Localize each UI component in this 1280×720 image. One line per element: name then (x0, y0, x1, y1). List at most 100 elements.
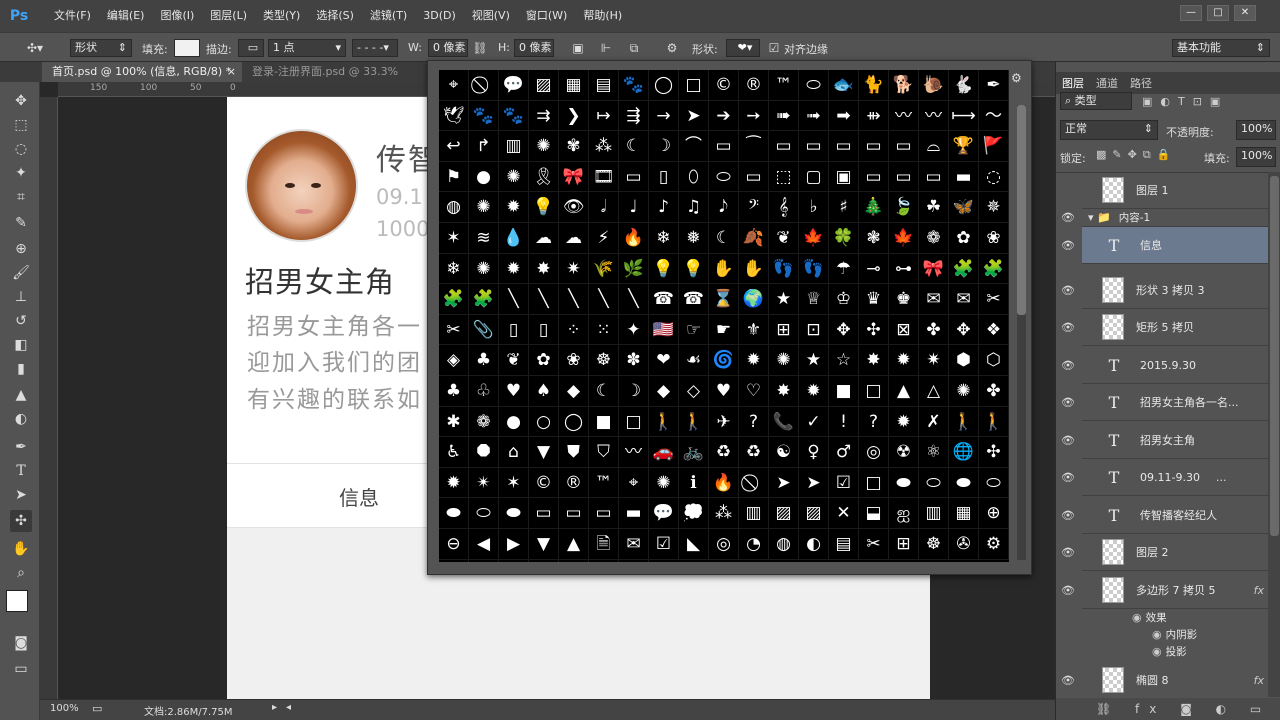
shape-swatch[interactable]: ▭ (889, 161, 919, 193)
shape-swatch[interactable]: ▭ (589, 498, 619, 529)
shape-swatch[interactable]: 🌐 (949, 437, 979, 468)
layer-row[interactable]: 👁 椭圆 8 fx (1061, 662, 1268, 697)
shape-swatch[interactable]: 🧩 (469, 284, 499, 315)
shape-swatch[interactable]: ♩ (619, 192, 649, 223)
path-selection-tool-icon[interactable]: ➤ (10, 484, 32, 506)
maximize-button[interactable]: □ (1207, 5, 1229, 21)
shape-swatch[interactable]: ⯃ (469, 437, 499, 468)
shape-swatch[interactable]: ◉ (589, 559, 619, 562)
shape-swatch[interactable]: ♣ (439, 375, 469, 407)
shape-swatch[interactable]: ╲ (619, 284, 649, 315)
marquee-tool-icon[interactable]: ⬚ (10, 114, 32, 136)
shape-swatch[interactable]: ⬭ (979, 467, 1009, 499)
shape-swatch[interactable]: ⟼ (949, 100, 979, 132)
shape-swatch[interactable]: ☎ (679, 284, 709, 315)
shape-swatch[interactable]: ✂ (859, 528, 889, 560)
eyedropper-tool-icon[interactable]: ✎ (10, 212, 32, 234)
shape-swatch[interactable]: ⁙ (589, 314, 619, 346)
shape-swatch[interactable]: ✈ (709, 406, 739, 438)
visibility-eye-icon[interactable]: 👁 (1056, 227, 1080, 264)
shape-swatch[interactable]: ◍ (769, 528, 799, 560)
shape-swatch[interactable]: ✸ (859, 345, 889, 376)
shape-swatch[interactable]: ☾ (709, 222, 739, 254)
shape-swatch[interactable]: □ (619, 406, 649, 438)
magic-wand-tool-icon[interactable]: ✦ (10, 162, 32, 184)
shape-swatch[interactable]: ✣ (859, 314, 889, 346)
shape-swatch[interactable]: ✕ (829, 498, 859, 529)
tab-channels[interactable]: 通道 (1096, 75, 1118, 91)
stroke-swatch[interactable]: ▭ (238, 39, 264, 57)
shape-swatch[interactable]: ↦ (589, 100, 619, 132)
shape-swatch[interactable]: ✋ (709, 253, 739, 285)
screen-mode-icon[interactable]: ▭ (10, 658, 32, 680)
shape-swatch[interactable]: 🌿 (619, 253, 649, 285)
visibility-eye-icon[interactable]: 👁 (1056, 534, 1080, 571)
shape-swatch[interactable]: ❄ (439, 253, 469, 285)
shape-swatch[interactable]: ✺ (649, 467, 679, 499)
shape-swatch[interactable]: ❀ (979, 222, 1009, 254)
shape-swatch[interactable]: ▭ (919, 161, 949, 193)
status-arrow-icon[interactable]: ▸ (272, 702, 277, 713)
shape-swatch[interactable]: ✗ (919, 406, 949, 438)
shape-swatch[interactable]: ▶ (499, 528, 529, 560)
shape-swatch[interactable]: ➔ (709, 100, 739, 132)
tab-home-psd[interactable]: 首页.psd @ 100% (信息, RGB/8) * × (42, 62, 242, 82)
shape-swatch[interactable]: 🚗 (649, 437, 679, 468)
shape-swatch[interactable]: 💡 (679, 253, 709, 285)
shape-swatch[interactable]: ✉ (619, 528, 649, 560)
shape-swatch[interactable]: 💬 (499, 70, 529, 101)
shape-swatch[interactable]: ◎ (439, 559, 469, 562)
shape-swatch[interactable]: 💡 (649, 253, 679, 285)
shape-swatch[interactable]: ♣ (469, 345, 499, 376)
shape-swatch[interactable]: ✾ (559, 131, 589, 162)
shape-swatch[interactable]: 〜 (979, 100, 1009, 132)
shape-picker-button[interactable]: ❤▾ (726, 39, 760, 57)
shape-swatch[interactable]: 🎀 (919, 253, 949, 285)
shape-swatch[interactable]: ☂ (829, 253, 859, 285)
shape-swatch[interactable]: ⃠ (469, 70, 499, 101)
shape-swatch[interactable]: ❁ (469, 406, 499, 438)
shape-swatch[interactable]: ➟ (799, 100, 829, 132)
shape-swatch[interactable]: ▤ (589, 70, 619, 101)
move-tool-icon[interactable]: ✥ (10, 90, 32, 112)
shape-swatch[interactable]: ♫ (679, 192, 709, 223)
shape-swatch[interactable]: □ (679, 70, 709, 101)
shape-swatch[interactable]: ✣ (979, 437, 1009, 468)
shape-swatch[interactable]: ▨ (529, 70, 559, 101)
shape-swatch[interactable]: ⁘ (559, 314, 589, 346)
shape-swatch[interactable]: 〰 (919, 100, 949, 132)
shape-swatch[interactable]: ☙ (679, 345, 709, 376)
layer-row[interactable]: 👁 T 招男女主角 (1061, 422, 1268, 459)
shape-swatch[interactable]: ✹ (439, 467, 469, 499)
menu-item[interactable]: 文件(F) (46, 0, 99, 32)
shape-swatch[interactable]: ◯ (559, 406, 589, 438)
menu-item[interactable]: 帮助(H) (575, 0, 630, 32)
path-arrangement-icon[interactable]: ⧉ (626, 40, 642, 56)
shape-swatch[interactable]: 👁 (559, 192, 589, 223)
shape-swatch[interactable]: ♪ (649, 192, 679, 223)
shape-swatch[interactable]: ✵ (979, 192, 1009, 223)
shape-swatch[interactable]: ™ (769, 70, 799, 101)
width-input[interactable]: 0 像素 (428, 39, 468, 57)
shape-swatch[interactable]: ⬭ (919, 467, 949, 499)
shape-swatch[interactable]: ⬬ (889, 467, 919, 499)
layer-row[interactable]: ◉ 内阴影 (1082, 626, 1268, 643)
shape-swatch[interactable]: ⬭ (469, 498, 499, 529)
shape-swatch[interactable]: ✸ (769, 375, 799, 407)
shape-swatch[interactable]: ● (469, 161, 499, 193)
pen-tool-icon[interactable]: ✒ (10, 436, 32, 458)
shape-swatch[interactable]: 〰 (889, 100, 919, 132)
tool-mode-select[interactable]: 形状 ⇕ (70, 39, 132, 57)
shape-swatch[interactable]: ● (499, 406, 529, 438)
shape-swatch[interactable]: 🗎 (589, 528, 619, 560)
shape-swatch[interactable]: 🐇 (949, 70, 979, 101)
shape-swatch[interactable]: ✹ (889, 406, 919, 438)
menu-item[interactable]: 图像(I) (152, 0, 202, 32)
shape-swatch[interactable]: ❦ (499, 345, 529, 376)
shape-swatch[interactable]: ⇶ (619, 100, 649, 132)
shape-swatch[interactable]: ✺ (949, 375, 979, 407)
shape-swatch[interactable]: ♠ (529, 375, 559, 407)
shape-swatch[interactable]: 🐾 (619, 70, 649, 101)
shape-swatch[interactable]: ♥ (709, 375, 739, 407)
shape-swatch[interactable]: ➤ (679, 100, 709, 132)
